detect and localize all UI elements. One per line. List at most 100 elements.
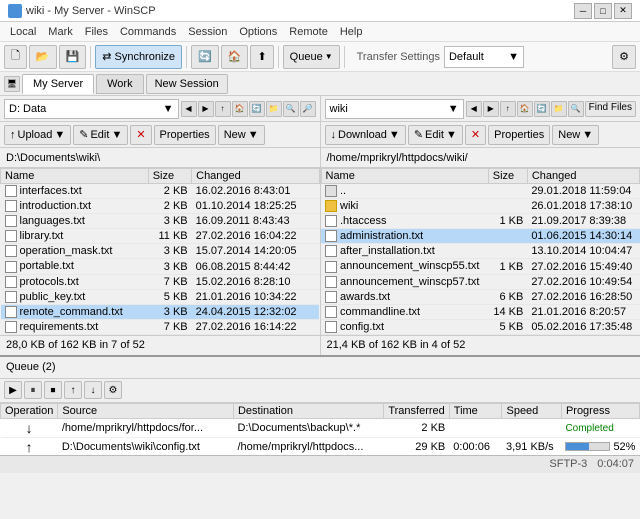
left-drive-dropdown[interactable]: D: Data ▼ [4, 99, 179, 119]
left-new-button[interactable]: New ▼ [218, 125, 265, 145]
toolbar-small-3[interactable]: ⬆ [250, 45, 273, 69]
left-nav-2[interactable]: ▶ [198, 101, 214, 117]
right-col-changed[interactable]: Changed [527, 169, 639, 184]
toolbar-icon3[interactable]: 💾 [59, 45, 87, 69]
list-item[interactable]: ↓ /home/mprikryl/httpdocs/for... D:\Docu… [1, 418, 640, 437]
right-nav-up[interactable]: ↑ [500, 101, 516, 117]
table-row[interactable]: introduction.txt 2 KB 01.10.2014 18:25:2… [1, 199, 320, 214]
bottom-status-bar: SFTP-3 0:04:07 [0, 455, 640, 473]
right-refresh[interactable]: 🔄 [534, 101, 550, 117]
left-home[interactable]: 🏠 [232, 101, 248, 117]
table-row[interactable]: commandline.txt 14 KB 21.01.2016 8:20:57 [321, 304, 640, 319]
table-row[interactable]: announcement_winscp55.txt 1 KB 27.02.201… [321, 259, 640, 274]
right-find[interactable]: 🔍 [568, 101, 584, 117]
table-row[interactable]: languages.txt 3 KB 16.09.2011 8:43:43 [1, 214, 320, 229]
transfer-settings-dropdown[interactable]: Default ▼ [444, 46, 524, 68]
left-nav-up[interactable]: ↑ [215, 101, 231, 117]
tab-bar-icon1[interactable]: 🖥 [4, 76, 20, 92]
menu-commands[interactable]: Commands [114, 25, 182, 39]
table-row[interactable]: public_key.txt 5 KB 21.01.2016 10:34:22 [1, 289, 320, 304]
queue-col-progress[interactable]: Progress [561, 403, 639, 418]
queue-col-dest[interactable]: Destination [233, 403, 383, 418]
right-new-button[interactable]: New ▼ [552, 125, 599, 145]
table-row[interactable]: awards.txt 6 KB 27.02.2016 16:28:50 [321, 289, 640, 304]
upload-button[interactable]: ↑ Upload ▼ [4, 125, 71, 145]
right-nav-1[interactable]: ◀ [466, 101, 482, 117]
right-col-size[interactable]: Size [488, 169, 527, 184]
menu-remote[interactable]: Remote [283, 25, 334, 39]
menu-local[interactable]: Local [4, 25, 42, 39]
queue-col-transferred[interactable]: Transferred [384, 403, 449, 418]
queue-start-button[interactable]: ▶ [4, 381, 22, 399]
right-nav-2[interactable]: ▶ [483, 101, 499, 117]
queue-pause-button[interactable]: ⏸ [24, 381, 42, 399]
queue-settings-button[interactable]: ⚙ [104, 381, 122, 399]
left-nav-1[interactable]: ◀ [181, 101, 197, 117]
left-col-name[interactable]: Name [1, 169, 149, 184]
toolbar-separator-1 [90, 46, 91, 68]
table-row[interactable]: administration.txt 01.06.2015 14:30:14 [321, 229, 640, 244]
queue-col-time[interactable]: Time [449, 403, 502, 418]
left-filter[interactable]: 🔍 [283, 101, 299, 117]
menu-mark[interactable]: Mark [42, 25, 78, 39]
table-row[interactable]: portable.txt 3 KB 06.08.2015 8:44:42 [1, 259, 320, 274]
table-row[interactable]: library.txt 11 KB 27.02.2016 16:04:22 [1, 229, 320, 244]
table-row[interactable]: announcement_winscp57.txt 27.02.2016 10:… [321, 274, 640, 289]
toolbar-small-2[interactable]: 🏠 [221, 45, 249, 69]
synchronize-button[interactable]: ⇄ Synchronize [95, 45, 182, 69]
left-col-size[interactable]: Size [148, 169, 191, 184]
right-drive-dropdown[interactable]: wiki ▼ [325, 99, 464, 119]
tab-work[interactable]: Work [96, 74, 143, 94]
toolbar-icon1[interactable]: 🗋 [4, 45, 27, 69]
right-home[interactable]: 🏠 [517, 101, 533, 117]
queue-col-source[interactable]: Source [58, 403, 234, 418]
queue-col-speed[interactable]: Speed [502, 403, 561, 418]
menu-options[interactable]: Options [233, 25, 283, 39]
toolbar-small-1[interactable]: 🔄 [191, 45, 219, 69]
right-properties-button[interactable]: Properties [488, 125, 550, 145]
table-row[interactable]: protocols.txt 7 KB 15.02.2016 8:28:10 [1, 274, 320, 289]
left-search[interactable]: 🔎 [300, 101, 316, 117]
right-delete-button[interactable]: ✕ [465, 125, 486, 145]
table-row[interactable]: interfaces.txt 2 KB 16.02.2016 8:43:01 [1, 184, 320, 199]
toolbar-extra[interactable]: ⚙ [612, 45, 636, 69]
left-properties-button[interactable]: Properties [154, 125, 216, 145]
table-row[interactable]: remote_command.txt 3 KB 24.04.2015 12:32… [1, 304, 320, 319]
table-row[interactable]: operation_mask.txt 3 KB 15.07.2014 14:20… [1, 244, 320, 259]
table-row[interactable]: .. 29.01.2018 11:59:04 [321, 184, 640, 199]
right-edit-button[interactable]: ✎ Edit ▼ [408, 125, 463, 145]
find-files-btn[interactable]: Find Files [585, 101, 636, 117]
left-refresh[interactable]: 🔄 [249, 101, 265, 117]
table-row[interactable]: wiki 26.01.2018 17:38:10 [321, 199, 640, 214]
toolbar-icon2[interactable]: 📂 [29, 45, 57, 69]
menu-session[interactable]: Session [182, 25, 233, 39]
table-row[interactable]: requirements.txt 7 KB 27.02.2016 16:14:2… [1, 319, 320, 334]
maximize-button[interactable]: □ [594, 3, 612, 19]
queue-button[interactable]: Queue ▼ [283, 45, 340, 69]
left-delete-button[interactable]: ✕ [130, 125, 151, 145]
left-file-table-wrapper[interactable]: Name Size Changed interfaces.txt 2 KB 16… [0, 168, 320, 335]
left-col-changed[interactable]: Changed [192, 169, 319, 184]
table-row[interactable]: .htaccess 1 KB 21.09.2017 8:39:38 [321, 214, 640, 229]
table-row[interactable]: config.txt 5 KB 05.02.2016 17:35:48 [321, 319, 640, 334]
queue-col-op[interactable]: Operation [1, 403, 58, 418]
queue-stop-button[interactable]: ⏹ [44, 381, 62, 399]
right-file-table-wrapper[interactable]: Name Size Changed .. 29.01.2018 11:59:04… [321, 168, 640, 335]
menu-help[interactable]: Help [334, 25, 369, 39]
minimize-button[interactable]: ─ [574, 3, 592, 19]
left-file-table: Name Size Changed interfaces.txt 2 KB 16… [0, 168, 320, 335]
left-edit-button[interactable]: ✎ Edit ▼ [73, 125, 128, 145]
new-session-button[interactable]: New Session [146, 74, 228, 94]
close-button[interactable]: ✕ [614, 3, 632, 19]
tab-my-server[interactable]: My Server [22, 74, 94, 94]
list-item[interactable]: ↑ D:\Documents\wiki\config.txt /home/mpr… [1, 437, 640, 455]
right-folder[interactable]: 📁 [551, 101, 567, 117]
right-col-name[interactable]: Name [321, 169, 488, 184]
left-file-name: interfaces.txt [1, 184, 149, 199]
table-row[interactable]: after_installation.txt 13.10.2014 10:04:… [321, 244, 640, 259]
left-folder[interactable]: 📁 [266, 101, 282, 117]
download-button[interactable]: ↓ Download ▼ [325, 125, 406, 145]
menu-files[interactable]: Files [79, 25, 114, 39]
queue-up-button[interactable]: ↑ [64, 381, 82, 399]
queue-down-button[interactable]: ↓ [84, 381, 102, 399]
